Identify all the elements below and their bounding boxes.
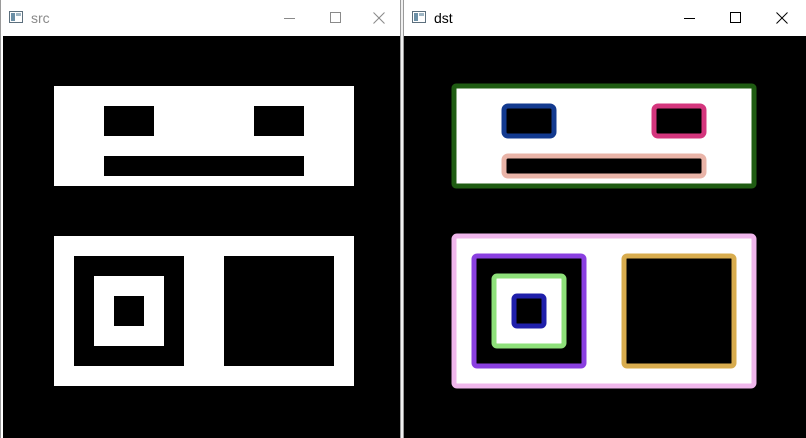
right-eye-hole xyxy=(654,106,704,136)
dst-image xyxy=(451,83,757,389)
dst-image-canvas xyxy=(404,36,806,438)
window-title: dst xyxy=(434,10,453,26)
mouth-hole xyxy=(104,156,304,176)
app-icon xyxy=(412,11,426,23)
close-button[interactable] xyxy=(356,0,402,36)
window-title: src xyxy=(31,10,50,26)
close-button[interactable] xyxy=(759,0,805,36)
src-image-canvas xyxy=(3,36,400,438)
maximize-button[interactable] xyxy=(313,0,359,36)
right-eye-hole xyxy=(254,106,304,136)
close-icon xyxy=(373,12,385,24)
minimize-icon xyxy=(684,18,695,19)
maximize-icon xyxy=(730,12,741,23)
left-inner-black-square xyxy=(114,296,144,326)
minimize-button[interactable] xyxy=(667,0,713,36)
left-inner-black-square xyxy=(514,296,544,326)
dst-titlebar[interactable]: dst xyxy=(404,0,806,36)
close-icon xyxy=(776,12,788,24)
right-black-square xyxy=(624,256,734,366)
maximize-button[interactable] xyxy=(713,0,759,36)
src-image xyxy=(54,86,354,386)
src-window[interactable]: src xyxy=(0,0,401,438)
app-icon xyxy=(9,11,23,23)
dst-window[interactable]: dst xyxy=(403,0,806,438)
desktop: src dst xyxy=(0,0,806,438)
mouth-hole xyxy=(504,156,704,176)
src-titlebar[interactable]: src xyxy=(1,0,400,36)
maximize-icon xyxy=(330,12,341,23)
minimize-button[interactable] xyxy=(267,0,313,36)
right-black-square xyxy=(224,256,334,366)
minimize-icon xyxy=(284,18,295,19)
left-eye-hole xyxy=(504,106,554,136)
left-eye-hole xyxy=(104,106,154,136)
